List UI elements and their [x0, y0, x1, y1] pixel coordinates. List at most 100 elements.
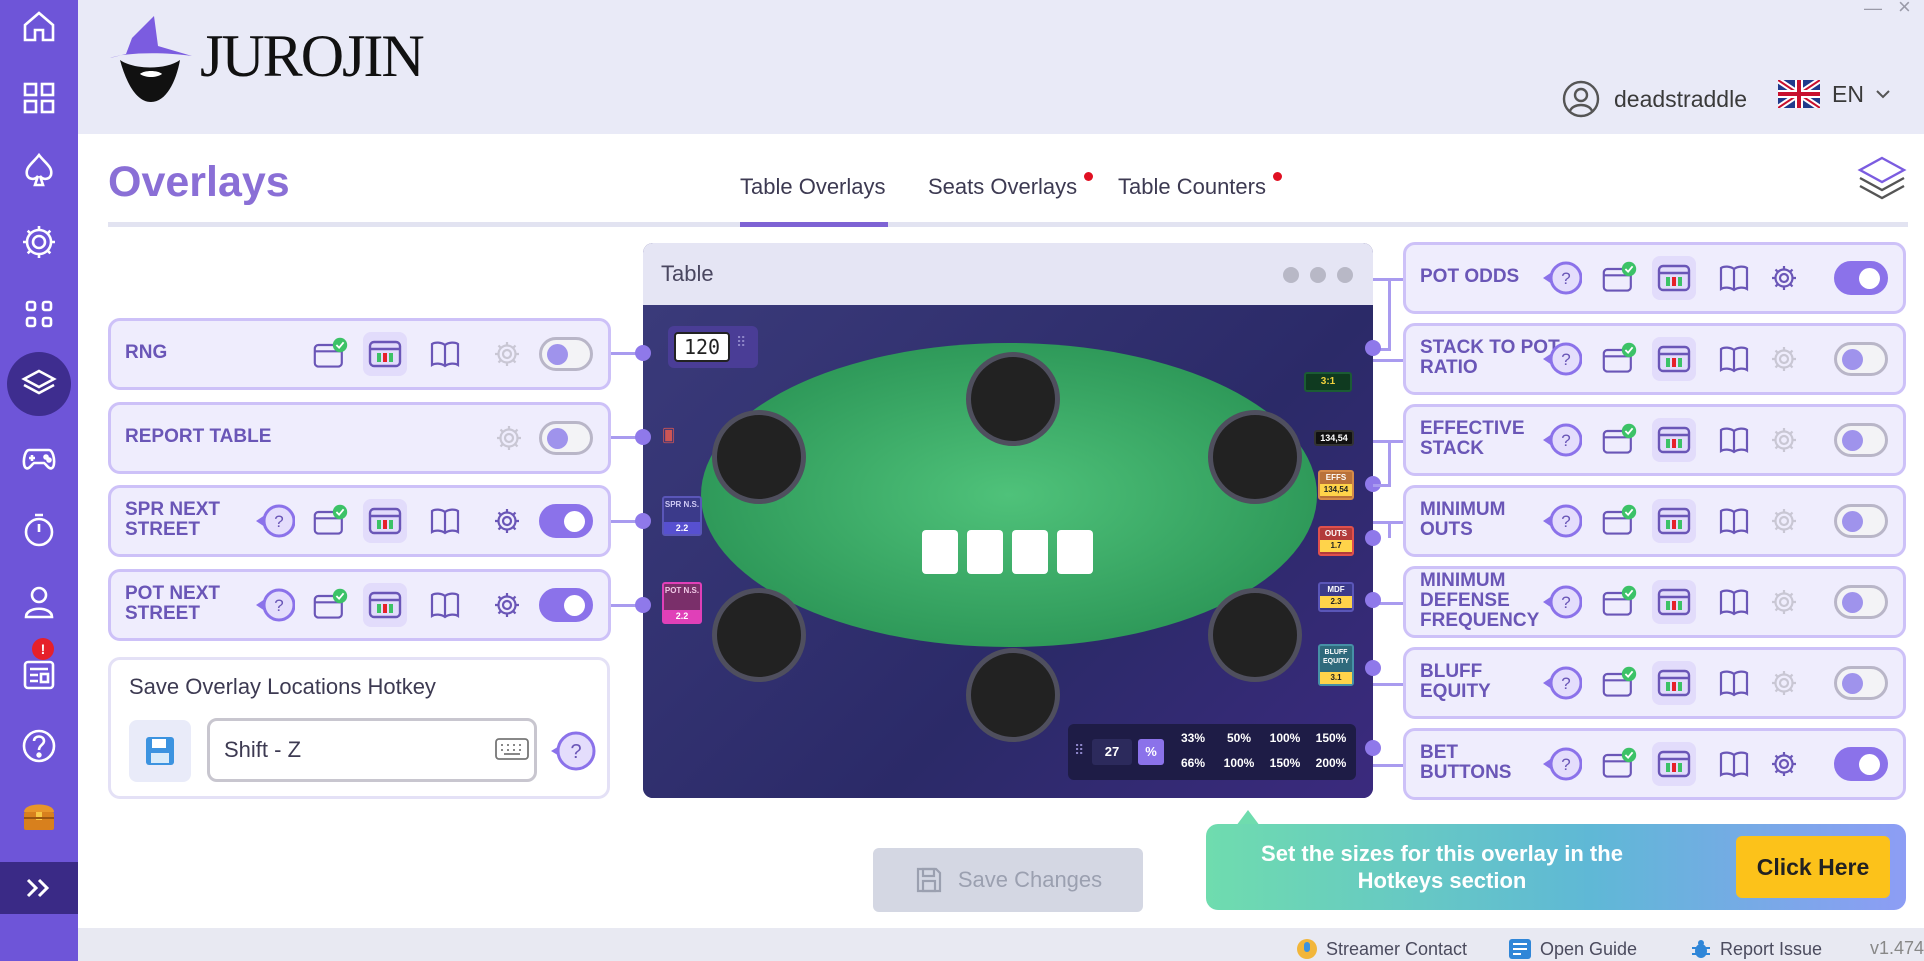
hud-icon[interactable]: [1652, 337, 1696, 381]
overlay-card-stack-to-pot-ratio: STACK TO POT RATIO?: [1403, 323, 1906, 395]
overlay-toggle[interactable]: [1834, 666, 1888, 700]
help-icon[interactable]: ?: [1542, 259, 1583, 297]
gear-icon[interactable]: [1766, 422, 1802, 458]
book-icon[interactable]: [1716, 422, 1752, 458]
window-check-icon[interactable]: [1602, 503, 1638, 539]
home-icon[interactable]: [0, 0, 78, 58]
user-icon[interactable]: [0, 570, 78, 634]
window-check-icon[interactable]: [1602, 665, 1638, 701]
hud-icon[interactable]: [363, 583, 407, 627]
hud-icon[interactable]: [363, 499, 407, 543]
help-icon[interactable]: ?: [1542, 583, 1583, 621]
bet-size-button[interactable]: 150%: [1264, 756, 1306, 770]
book-icon[interactable]: [1716, 260, 1752, 296]
window-check-icon[interactable]: [1602, 746, 1638, 782]
window-check-icon[interactable]: [1602, 260, 1638, 296]
book-icon[interactable]: [1716, 746, 1752, 782]
book-icon[interactable]: [1716, 341, 1752, 377]
user-menu[interactable]: deadstraddle: [1562, 80, 1747, 118]
help-icon[interactable]: ?: [255, 502, 296, 540]
bet-size-button[interactable]: 150%: [1310, 731, 1352, 745]
book-icon[interactable]: [427, 587, 463, 623]
expand-sidebar-button[interactable]: [0, 862, 78, 914]
window-minimize-button[interactable]: —: [1864, 0, 1882, 19]
click-here-button[interactable]: Click Here: [1736, 836, 1890, 898]
bet-size-button[interactable]: 100%: [1218, 756, 1260, 770]
overlay-toggle[interactable]: [1834, 504, 1888, 538]
language-selector[interactable]: EN: [1778, 80, 1890, 108]
tab-table-overlays[interactable]: Table Overlays: [740, 174, 886, 200]
bet-size-button[interactable]: 200%: [1310, 756, 1352, 770]
overlay-toggle[interactable]: [539, 504, 593, 538]
window-check-icon[interactable]: [313, 587, 349, 623]
open-guide-link[interactable]: Open Guide: [1508, 938, 1637, 960]
bet-size-button[interactable]: 66%: [1172, 756, 1214, 770]
help-icon[interactable]: ?: [1542, 340, 1583, 378]
hud-icon[interactable]: [1652, 661, 1696, 705]
tab-table-counters[interactable]: Table Counters: [1118, 172, 1282, 200]
layers-icon[interactable]: [0, 352, 78, 416]
gear-icon[interactable]: [1766, 260, 1802, 296]
gear-icon[interactable]: [491, 420, 527, 456]
svg-text:?: ?: [1561, 512, 1570, 531]
gear-icon[interactable]: [1766, 665, 1802, 701]
overlay-toggle[interactable]: [539, 337, 593, 371]
settings-icon[interactable]: [0, 210, 78, 274]
gear-icon[interactable]: [1766, 584, 1802, 620]
gear-icon[interactable]: [489, 587, 525, 623]
overlay-toggle[interactable]: [1834, 585, 1888, 619]
hud-icon[interactable]: [1652, 256, 1696, 300]
help-icon[interactable]: ?: [1542, 664, 1583, 702]
report-issue-link[interactable]: Report Issue: [1690, 938, 1822, 960]
gear-icon[interactable]: [1766, 746, 1802, 782]
book-icon[interactable]: [1716, 584, 1752, 620]
hotkey-input[interactable]: Shift - Z: [207, 718, 537, 782]
layers-overlay-icon[interactable]: [1856, 154, 1908, 202]
overlay-toggle[interactable]: [1834, 747, 1888, 781]
spade-icon[interactable]: [0, 138, 78, 202]
window-check-icon[interactable]: [1602, 584, 1638, 620]
book-icon[interactable]: [427, 336, 463, 372]
window-check-icon[interactable]: [1602, 341, 1638, 377]
chest-icon[interactable]: [0, 784, 78, 848]
overlay-toggle[interactable]: [539, 421, 593, 455]
window-close-button[interactable]: ×: [1898, 0, 1911, 20]
overlay-toggle[interactable]: [1834, 423, 1888, 457]
hud-icon[interactable]: [1652, 742, 1696, 786]
timer-icon[interactable]: [0, 498, 78, 562]
help-icon[interactable]: ?: [1542, 745, 1583, 783]
tab-seats-overlays[interactable]: Seats Overlays: [928, 172, 1094, 200]
streamer-contact-link[interactable]: Streamer Contact: [1296, 938, 1467, 960]
gear-icon[interactable]: [1766, 503, 1802, 539]
bet-size-button[interactable]: 100%: [1264, 731, 1306, 745]
hud-icon[interactable]: [1652, 418, 1696, 462]
gear-icon[interactable]: [489, 336, 525, 372]
bet-input[interactable]: 27: [1092, 739, 1132, 765]
save-changes-button[interactable]: Save Changes: [873, 848, 1143, 912]
hotkey-help-icon[interactable]: ?: [549, 730, 597, 772]
overlay-toggle[interactable]: [1834, 261, 1888, 295]
help-icon[interactable]: ?: [1542, 502, 1583, 540]
bet-size-button[interactable]: 50%: [1218, 731, 1260, 745]
help-icon[interactable]: ?: [1542, 421, 1583, 459]
overlay-toggle[interactable]: [539, 588, 593, 622]
window-check-icon[interactable]: [313, 503, 349, 539]
gear-icon[interactable]: [489, 503, 525, 539]
gear-icon[interactable]: [1766, 341, 1802, 377]
gamepad-icon[interactable]: [0, 426, 78, 490]
book-icon[interactable]: [1716, 665, 1752, 701]
help-icon[interactable]: [0, 714, 78, 778]
book-icon[interactable]: [427, 503, 463, 539]
apps-icon[interactable]: [0, 282, 78, 346]
bet-unit-toggle[interactable]: %: [1138, 739, 1164, 765]
hud-icon[interactable]: [1652, 499, 1696, 543]
bet-size-button[interactable]: 33%: [1172, 731, 1214, 745]
book-icon[interactable]: [1716, 503, 1752, 539]
window-check-icon[interactable]: [1602, 422, 1638, 458]
dashboard-icon[interactable]: [0, 66, 78, 130]
overlay-toggle[interactable]: [1834, 342, 1888, 376]
hud-icon[interactable]: [1652, 580, 1696, 624]
help-icon[interactable]: ?: [255, 586, 296, 624]
window-check-icon[interactable]: [313, 336, 349, 372]
hud-icon[interactable]: [363, 332, 407, 376]
